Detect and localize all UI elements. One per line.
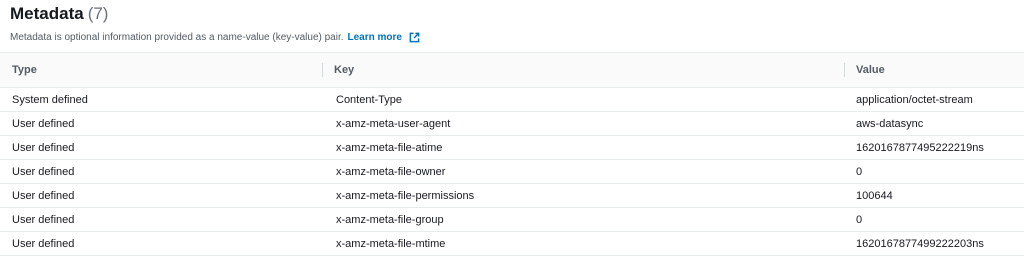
column-header-type[interactable]: Type <box>0 52 322 88</box>
cell-key: x-amz-meta-file-permissions <box>322 183 844 208</box>
cell-key: x-amz-meta-file-group <box>322 207 844 232</box>
cell-value: 1620167877495222219ns <box>844 135 1024 160</box>
cell-value: 0 <box>844 207 1024 232</box>
table-row: User defined x-amz-meta-file-group 0 <box>0 207 1024 232</box>
cell-key: x-amz-meta-file-atime <box>322 135 844 160</box>
column-header-key[interactable]: Key <box>322 52 844 88</box>
cell-type: System defined <box>0 87 322 112</box>
cell-key: x-amz-meta-user-agent <box>322 111 844 136</box>
title-row: Metadata (7) <box>10 4 1012 30</box>
cell-value: 1620167877499222203ns <box>844 231 1024 256</box>
item-count: (7) <box>87 4 109 23</box>
metadata-header: Metadata (7) Metadata is optional inform… <box>0 0 1024 52</box>
cell-value: 100644 <box>844 183 1024 208</box>
cell-type: User defined <box>0 135 322 160</box>
metadata-panel: Metadata (7) Metadata is optional inform… <box>0 0 1024 256</box>
cell-type: User defined <box>0 159 322 184</box>
table-header-row: Type Key Value <box>0 52 1024 88</box>
cell-value: application/octet-stream <box>844 87 1024 112</box>
cell-value: aws-datasync <box>844 111 1024 136</box>
table-row: User defined x-amz-meta-file-atime 1620167… <box>0 135 1024 160</box>
section-description: Metadata is optional information provide… <box>10 32 344 44</box>
metadata-table: Type Key Value System defined Content-Typ… <box>0 52 1024 256</box>
description-row: Metadata is optional information provide… <box>10 32 1012 43</box>
cell-type: User defined <box>0 111 322 136</box>
section-title: Metadata <box>10 4 84 23</box>
table-row: User defined x-amz-meta-file-permissions 1… <box>0 183 1024 208</box>
table-row: User defined x-amz-meta-file-mtime 1620167… <box>0 231 1024 256</box>
external-link-icon <box>409 32 420 43</box>
cell-value: 0 <box>844 159 1024 184</box>
table-row: User defined x-amz-meta-user-agent aws-dat… <box>0 111 1024 136</box>
learn-more-label: Learn more <box>347 32 402 44</box>
cell-type: User defined <box>0 207 322 232</box>
table-row: User defined x-amz-meta-file-owner 0 <box>0 159 1024 184</box>
cell-key: x-amz-meta-file-mtime <box>322 231 844 256</box>
learn-more-link[interactable]: Learn more <box>348 32 420 43</box>
cell-key: Content-Type <box>322 87 844 112</box>
cell-type: User defined <box>0 231 322 256</box>
table-row: System defined Content-Type application/oc… <box>0 87 1024 112</box>
column-header-value[interactable]: Value <box>844 52 1024 88</box>
cell-key: x-amz-meta-file-owner <box>322 159 844 184</box>
cell-type: User defined <box>0 183 322 208</box>
